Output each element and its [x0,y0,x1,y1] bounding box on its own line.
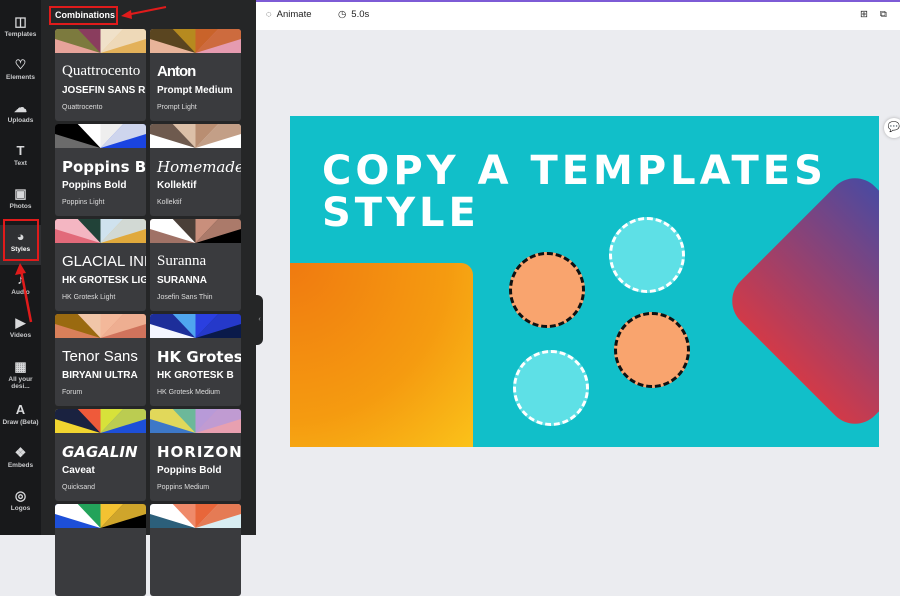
annotation-arrows [15,6,167,323]
